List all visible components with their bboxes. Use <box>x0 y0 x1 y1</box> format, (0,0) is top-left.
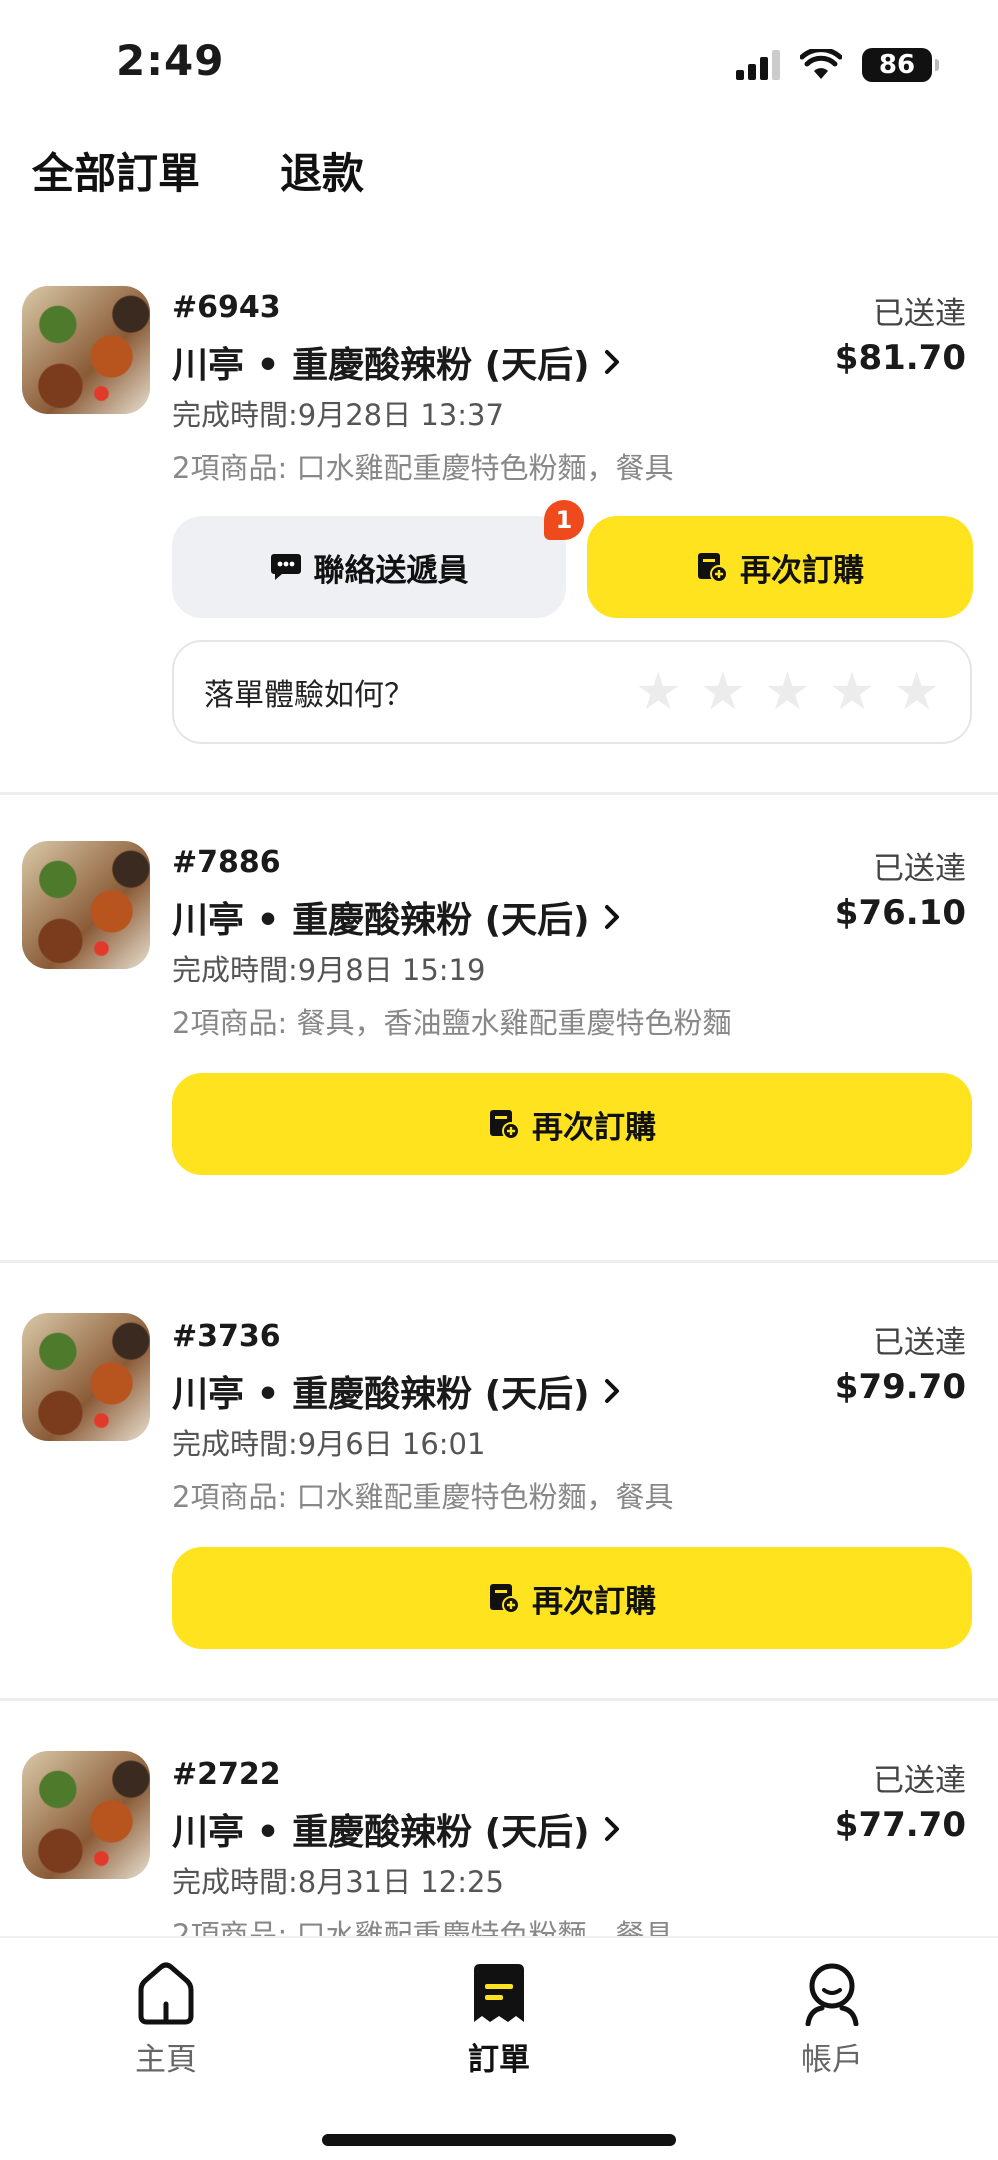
nav-home-label: 主頁 <box>135 2042 197 2078</box>
tab-refunds-label: 退款 <box>280 149 365 198</box>
order-price: $76.10 <box>834 893 966 933</box>
order-number: #3736 <box>172 1319 281 1354</box>
nav-account[interactable]: 帳戶 <box>732 1962 932 2079</box>
unread-badge: 1 <box>544 500 584 540</box>
tab-refunds[interactable]: 退款 <box>280 140 364 211</box>
chat-bubble-icon <box>270 554 301 580</box>
tab-all-orders[interactable]: 全部訂單 <box>32 140 201 213</box>
reorder-label: 再次訂購 <box>740 552 864 589</box>
star-icon[interactable]: ★ <box>700 666 747 718</box>
star-icon[interactable]: ★ <box>893 666 940 718</box>
restaurant-thumbnail <box>22 1751 150 1879</box>
rating-question: 落單體驗如何？ <box>204 678 414 713</box>
order-items-summary: 2項商品: 口水雞配重慶特色粉麵，餐具 <box>172 451 674 485</box>
nav-orders-label: 訂單 <box>468 2042 530 2078</box>
reorder-button[interactable]: 再次訂購 <box>172 1073 972 1175</box>
receipt-icon <box>474 1964 524 2022</box>
chevron-right-icon <box>604 905 619 929</box>
star-icon[interactable]: ★ <box>635 666 682 718</box>
order-card[interactable]: #7886 已送達 川亭 • 重慶酸辣粉 (天后) $76.10 完成時間:9月… <box>0 825 998 1263</box>
nav-orders[interactable]: 訂單 <box>399 1962 599 2079</box>
contact-courier-button[interactable]: 聯絡送遞員 1 <box>172 500 584 618</box>
home-icon <box>138 1962 194 2025</box>
order-card[interactable]: #6943 已送達 川亭 • 重慶酸辣粉 (天后) $81.70 完成時間:9月… <box>0 270 998 795</box>
nav-account-label: 帳戶 <box>801 2042 863 2078</box>
reorder-button[interactable]: 再次訂購 <box>587 516 973 618</box>
order-price: $79.70 <box>834 1367 966 1407</box>
contact-courier-label: 聯絡送遞員 <box>313 552 469 589</box>
order-status: 已送達 <box>873 851 966 887</box>
store-name: 川亭 • 重慶酸辣粉 (天后) <box>172 345 590 386</box>
order-tabs: 全部訂單 退款 <box>32 140 364 213</box>
tab-all-orders-label: 全部訂單 <box>32 149 201 198</box>
reorder-label: 再次訂購 <box>532 1583 656 1620</box>
reorder-icon <box>490 1584 520 1614</box>
rating-stars: ★ ★ ★ ★ ★ <box>635 666 940 718</box>
store-name-link[interactable]: 川亭 • 重慶酸辣粉 (天后) <box>172 1365 620 1417</box>
restaurant-thumbnail <box>22 286 150 414</box>
store-name: 川亭 • 重慶酸辣粉 (天后) <box>172 1812 590 1853</box>
chevron-right-icon <box>604 1817 619 1841</box>
order-card[interactable]: #3736 已送達 川亭 • 重慶酸辣粉 (天后) $79.70 完成時間:9月… <box>0 1263 998 1701</box>
reorder-button[interactable]: 再次訂購 <box>172 1547 972 1649</box>
order-price: $81.70 <box>834 338 966 378</box>
restaurant-thumbnail <box>22 1313 150 1441</box>
cellular-signal-icon <box>736 50 780 80</box>
order-number: #7886 <box>172 845 281 880</box>
chevron-right-icon <box>604 350 619 374</box>
order-card[interactable]: #2722 已送達 川亭 • 重慶酸辣粉 (天后) $77.70 完成時間:8月… <box>0 1701 998 1961</box>
reorder-label: 再次訂購 <box>532 1109 656 1146</box>
reorder-icon <box>698 553 728 583</box>
order-completed-time: 完成時間:8月31日 12:25 <box>172 1865 504 1899</box>
restaurant-thumbnail <box>22 841 150 969</box>
store-name: 川亭 • 重慶酸辣粉 (天后) <box>172 1374 590 1415</box>
reorder-icon <box>490 1110 520 1140</box>
store-name-link[interactable]: 川亭 • 重慶酸辣粉 (天后) <box>172 1803 620 1855</box>
status-icons: 86 <box>736 48 939 82</box>
battery-indicator: 86 <box>862 48 939 82</box>
account-icon <box>805 1963 859 2026</box>
status-time: 2:49 <box>116 36 225 85</box>
chevron-right-icon <box>604 1379 619 1403</box>
nav-home[interactable]: 主頁 <box>66 1962 266 2079</box>
order-list: #6943 已送達 川亭 • 重慶酸辣粉 (天后) $81.70 完成時間:9月… <box>0 270 998 1961</box>
wifi-icon <box>800 49 842 79</box>
rating-prompt: 落單體驗如何？ ★ ★ ★ ★ ★ <box>172 640 972 744</box>
order-completed-time: 完成時間:9月28日 13:37 <box>172 398 504 432</box>
order-status: 已送達 <box>873 1325 966 1361</box>
order-items-summary: 2項商品: 餐具，香油鹽水雞配重慶特色粉麵 <box>172 1006 732 1040</box>
store-name-link[interactable]: 川亭 • 重慶酸辣粉 (天后) <box>172 891 620 943</box>
home-indicator <box>322 2134 676 2146</box>
order-number: #2722 <box>172 1757 281 1792</box>
status-bar: 2:49 86 <box>0 0 998 130</box>
order-price: $77.70 <box>834 1805 966 1845</box>
star-icon[interactable]: ★ <box>829 666 876 718</box>
star-icon[interactable]: ★ <box>764 666 811 718</box>
bottom-nav: 主頁 訂單 帳戶 <box>0 1936 998 2160</box>
store-name: 川亭 • 重慶酸辣粉 (天后) <box>172 900 590 941</box>
order-items-summary: 2項商品: 口水雞配重慶特色粉麵，餐具 <box>172 1480 674 1514</box>
order-completed-time: 完成時間:9月6日 16:01 <box>172 1427 486 1461</box>
order-number: #6943 <box>172 290 281 325</box>
order-status: 已送達 <box>873 296 966 332</box>
store-name-link[interactable]: 川亭 • 重慶酸辣粉 (天后) <box>172 336 620 388</box>
order-completed-time: 完成時間:9月8日 15:19 <box>172 953 486 987</box>
order-status: 已送達 <box>873 1763 966 1799</box>
